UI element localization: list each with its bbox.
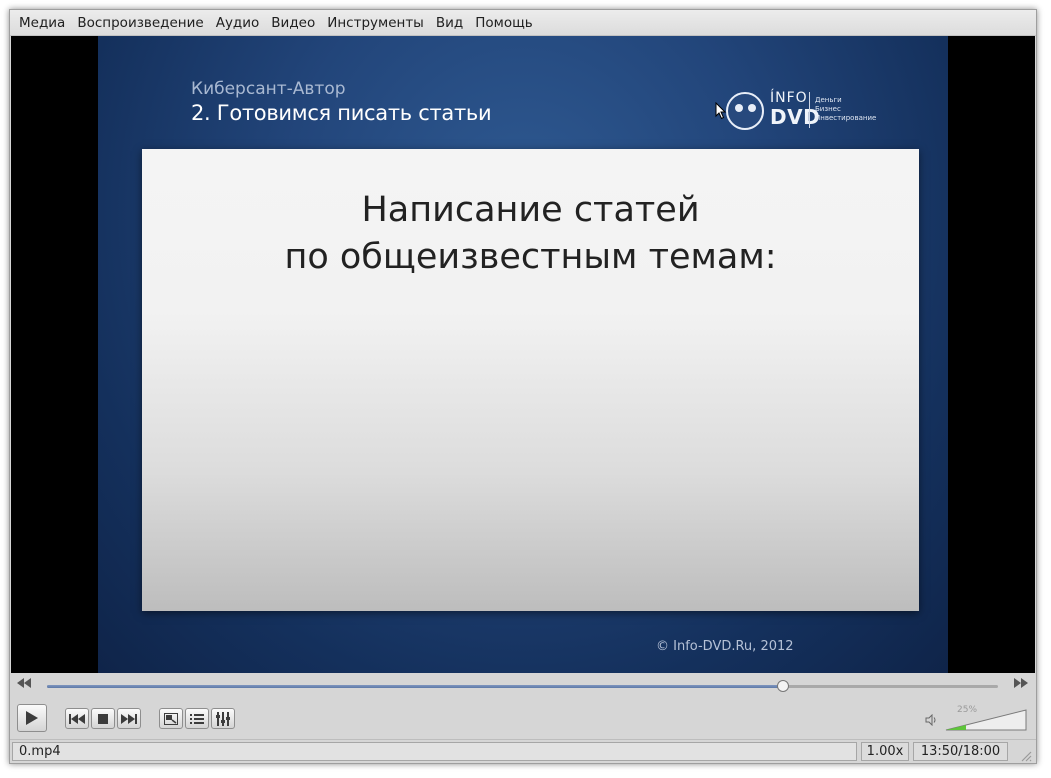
- playback-speed[interactable]: 1.00x: [861, 742, 909, 761]
- resize-grip-icon[interactable]: [1018, 748, 1032, 762]
- logo-line1: ÍNFO: [770, 90, 808, 106]
- mouse-cursor-icon: [715, 102, 727, 120]
- menu-audio[interactable]: Аудио: [210, 12, 266, 34]
- previous-icon: [69, 713, 85, 724]
- seek-slider[interactable]: [47, 680, 998, 692]
- lesson-title: 2. Готовимся писать статьи: [191, 101, 492, 125]
- menu-help[interactable]: Помощь: [469, 12, 539, 34]
- time-display[interactable]: 13:50/18:00: [913, 742, 1008, 761]
- info-dvd-logo: ÍNFO DVD Деньги Бизнес Инвестирование: [726, 90, 876, 132]
- board-heading-line2: по общеизвестным темам:: [284, 237, 777, 277]
- status-bar: 0.mp4 1.00x 13:50/18:00: [10, 739, 1036, 763]
- seek-row: [10, 673, 1036, 699]
- menu-view[interactable]: Вид: [430, 12, 469, 34]
- speaker-icon[interactable]: [925, 714, 937, 726]
- fullscreen-icon: [164, 712, 178, 725]
- video-frame: Киберсант-Автор 2. Готовимся писать стат…: [98, 36, 948, 673]
- extended-settings-button[interactable]: [211, 708, 235, 729]
- logo-tag-1: Деньги: [815, 96, 842, 104]
- playlist-icon: [190, 713, 204, 724]
- status-filename: 0.mp4: [12, 742, 857, 761]
- course-name: Киберсант-Автор: [191, 79, 346, 99]
- board-heading: Написание статей по общеизвестным темам:: [142, 187, 919, 281]
- video-area[interactable]: Киберсант-Автор 2. Готовимся писать стат…: [11, 36, 1035, 673]
- volume-control[interactable]: 25%: [925, 705, 1027, 731]
- control-bar: 25%: [10, 699, 1036, 739]
- equalizer-icon: [216, 711, 230, 726]
- menu-tools[interactable]: Инструменты: [321, 12, 430, 34]
- logo-line2: DVD: [770, 105, 821, 129]
- next-button[interactable]: [117, 708, 141, 729]
- previous-button[interactable]: [65, 708, 89, 729]
- stop-icon: [98, 713, 108, 724]
- owl-logo-icon: [726, 92, 764, 130]
- logo-divider: [809, 92, 810, 128]
- fast-forward-icon: [1014, 678, 1028, 688]
- playlist-button[interactable]: [185, 708, 209, 729]
- menu-playback[interactable]: Воспроизведение: [71, 12, 209, 34]
- vlc-window: Медиа Воспроизведение Аудио Видео Инстру…: [9, 9, 1037, 764]
- next-icon: [121, 713, 137, 724]
- copyright-text: © Info-DVD.Ru, 2012: [656, 639, 794, 654]
- volume-slider[interactable]: [945, 709, 1027, 731]
- seek-slider-fill: [47, 685, 784, 688]
- slide-board: Написание статей по общеизвестным темам:: [142, 149, 919, 611]
- play-icon: [26, 711, 38, 725]
- logo-tag-3: Инвестирование: [815, 114, 877, 122]
- logo-tag-2: Бизнес: [815, 105, 841, 113]
- stop-button[interactable]: [91, 708, 115, 729]
- play-button[interactable]: [17, 704, 47, 732]
- menubar: Медиа Воспроизведение Аудио Видео Инстру…: [10, 10, 1036, 36]
- menu-media[interactable]: Медиа: [13, 12, 71, 34]
- seek-backward-button[interactable]: [15, 678, 33, 694]
- menu-video[interactable]: Видео: [265, 12, 321, 34]
- fullscreen-button[interactable]: [159, 708, 183, 729]
- logo-tagline: Деньги Бизнес Инвестирование: [815, 96, 876, 123]
- seek-forward-button[interactable]: [1012, 678, 1030, 694]
- rewind-icon: [17, 678, 31, 688]
- board-heading-line1: Написание статей: [361, 190, 700, 230]
- seek-slider-handle[interactable]: [777, 680, 790, 692]
- volume-slider-fill: [946, 725, 966, 730]
